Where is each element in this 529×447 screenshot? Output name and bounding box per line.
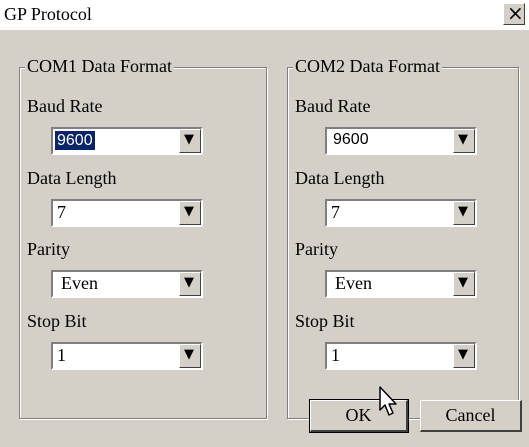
com2-length-value: 7	[331, 202, 340, 222]
com2-stop-label: Stop Bit	[295, 311, 355, 331]
com1-length-label: Data Length	[27, 168, 117, 188]
com1-stop-label: Stop Bit	[27, 311, 87, 331]
chevron-down-icon[interactable]: ▼	[179, 129, 201, 153]
chevron-down-icon[interactable]: ▼	[453, 344, 475, 368]
chevron-down-icon[interactable]: ▼	[179, 344, 201, 368]
cancel-button[interactable]: Cancel	[420, 400, 522, 432]
chevron-down-icon[interactable]: ▼	[453, 272, 475, 296]
arrow-cursor-icon	[379, 386, 397, 416]
close-icon: ×	[507, 1, 524, 25]
com1-length-select[interactable]: 7 ▼	[51, 199, 203, 227]
dialog-body: COM1 Data Format Baud Rate 9600 ▼ Data L…	[0, 30, 529, 447]
chevron-down-icon[interactable]: ▼	[453, 201, 475, 225]
com1-length-value: 7	[57, 202, 66, 222]
com1-parity-select[interactable]: Even ▼	[51, 270, 203, 298]
com2-legend: COM2 Data Format	[293, 56, 442, 77]
com2-stop-value: 1	[331, 345, 340, 365]
com2-length-select[interactable]: 7 ▼	[325, 199, 477, 227]
com2-parity-value: Even	[335, 273, 372, 293]
chevron-down-icon[interactable]: ▼	[453, 129, 475, 153]
com1-legend: COM1 Data Format	[25, 56, 174, 77]
chevron-down-icon[interactable]: ▼	[179, 272, 201, 296]
com1-parity-label: Parity	[27, 239, 70, 259]
title-bar: GP Protocol ×	[0, 0, 529, 30]
com2-parity-label: Parity	[295, 239, 338, 259]
close-button[interactable]: ×	[503, 1, 525, 25]
com2-parity-select[interactable]: Even ▼	[325, 270, 477, 298]
chevron-down-icon[interactable]: ▼	[179, 201, 201, 225]
com2-length-label: Data Length	[295, 168, 385, 188]
com1-stop-select[interactable]: 1 ▼	[51, 342, 203, 370]
com1-stop-value: 1	[57, 345, 66, 365]
window-title: GP Protocol	[4, 4, 92, 24]
com2-baud-select[interactable]: 9600 ▼	[325, 127, 477, 155]
com1-parity-value: Even	[61, 273, 98, 293]
com2-baud-value: 9600	[333, 131, 369, 148]
com2-baud-label: Baud Rate	[295, 96, 371, 116]
com1-baud-label: Baud Rate	[27, 96, 103, 116]
com2-stop-select[interactable]: 1 ▼	[325, 342, 477, 370]
com1-baud-select[interactable]: 9600 ▼	[51, 127, 203, 155]
com1-baud-value: 9600	[55, 131, 95, 150]
